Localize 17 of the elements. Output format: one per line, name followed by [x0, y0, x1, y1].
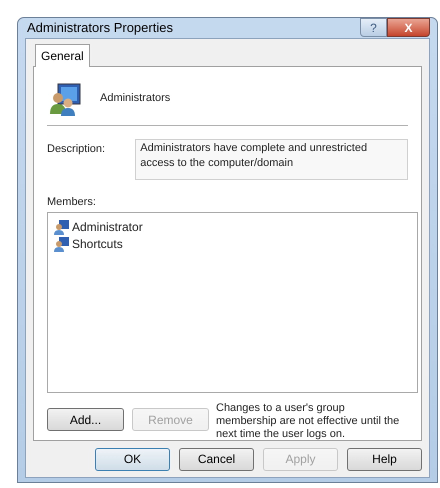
user-icon [54, 236, 70, 252]
group-name: Administrators [100, 91, 170, 106]
description-label: Description: [47, 142, 106, 156]
help-button[interactable]: ? [360, 18, 387, 37]
member-item[interactable]: Administrator [72, 218, 143, 236]
add-button[interactable]: Add... [47, 408, 124, 431]
member-item[interactable]: Shortcuts [72, 234, 123, 252]
dialog-button[interactable]: OK [95, 448, 170, 470]
dialog-button[interactable]: Cancel [179, 448, 254, 470]
description-field[interactable]: Administrators have complete and unrestricted access to the computer/domain [135, 138, 408, 180]
window-title: Administrators Properties [27, 19, 173, 37]
user-icon [54, 218, 70, 234]
members-label: Members: [47, 194, 97, 210]
membership-note: Changes to a user's group membership are not effective until the next time the user logs on. [216, 402, 400, 441]
tab[interactable]: General [35, 44, 90, 66]
dialog-button[interactable]: Help [347, 448, 422, 470]
group-users-icon [48, 82, 82, 116]
